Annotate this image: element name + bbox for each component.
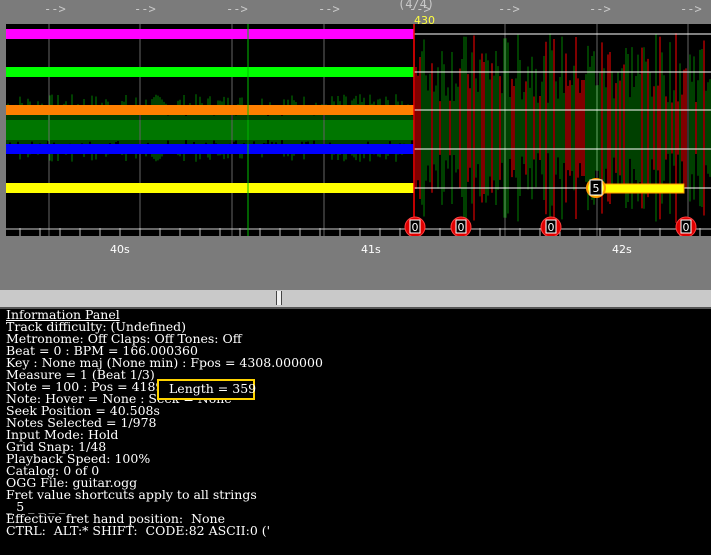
time-label: 41s (361, 243, 381, 256)
fretboard-canvas[interactable]: 5 0PM000PM (6, 24, 711, 236)
time-label: 40s (110, 243, 130, 256)
info-line: CTRL: ALT:* SHIFT: CODE:82 ASCII:0 (' (6, 523, 271, 538)
information-panel: Information Panel Track difficulty: (Und… (0, 309, 711, 555)
waveform-band (6, 120, 414, 140)
fret-number: 5 (593, 182, 600, 195)
beat-arrow: --> (680, 2, 702, 16)
note-marker-row[interactable]: 0PM000PM (404, 216, 697, 236)
horizontal-scrollbar[interactable] (0, 290, 711, 308)
beat-marker-strip: --> --> --> --> --> --> --> --> (4/4) 43… (0, 0, 711, 27)
note-marker-fret: 0 (458, 221, 465, 234)
beat-arrow: --> (134, 2, 156, 16)
note-length-value: Length = 359 (169, 381, 257, 396)
note-marker-fret: 0 (683, 221, 690, 234)
beat-arrow: --> (44, 2, 66, 16)
editor-gutter (0, 262, 711, 290)
note-marker[interactable]: 0PM (404, 216, 426, 236)
note-sustain-bar[interactable] (6, 144, 414, 154)
note-marker-fret: 0 (548, 221, 555, 234)
note-editor-panel[interactable]: --> --> --> --> --> --> --> --> (4/4) 43… (0, 0, 711, 262)
scrollbar-thumb[interactable] (276, 291, 282, 305)
time-ruler: 40s 41s 42s (0, 236, 711, 262)
note-sustain-bar[interactable] (6, 29, 414, 39)
fretboard-area[interactable]: 5 0PM000PM (6, 24, 711, 236)
note-marker[interactable]: 0 (450, 216, 472, 236)
note-marker[interactable]: 0 (540, 216, 562, 236)
time-label: 42s (612, 243, 632, 256)
note-sustain-bar[interactable] (6, 183, 414, 193)
time-signature-label: (4/4) (398, 0, 435, 11)
audio-waveform (6, 33, 711, 223)
sustain-fret-marker[interactable]: 5 (586, 178, 606, 198)
eof-editor-window: --> --> --> --> --> --> --> --> (4/4) 43… (0, 0, 711, 555)
note-marker-fret: 0 (412, 221, 419, 234)
note-sustain-bar[interactable] (6, 67, 414, 77)
note-marker[interactable]: 0PM (675, 216, 697, 236)
note-sustain-bar[interactable] (6, 105, 414, 115)
length-highlight-box: Length = 359 (157, 379, 257, 400)
beat-arrow: --> (589, 2, 611, 16)
selected-note-sustain[interactable] (603, 183, 685, 194)
beat-arrow: --> (318, 2, 340, 16)
beat-arrow: --> (226, 2, 248, 16)
beat-arrow: --> (498, 2, 520, 16)
